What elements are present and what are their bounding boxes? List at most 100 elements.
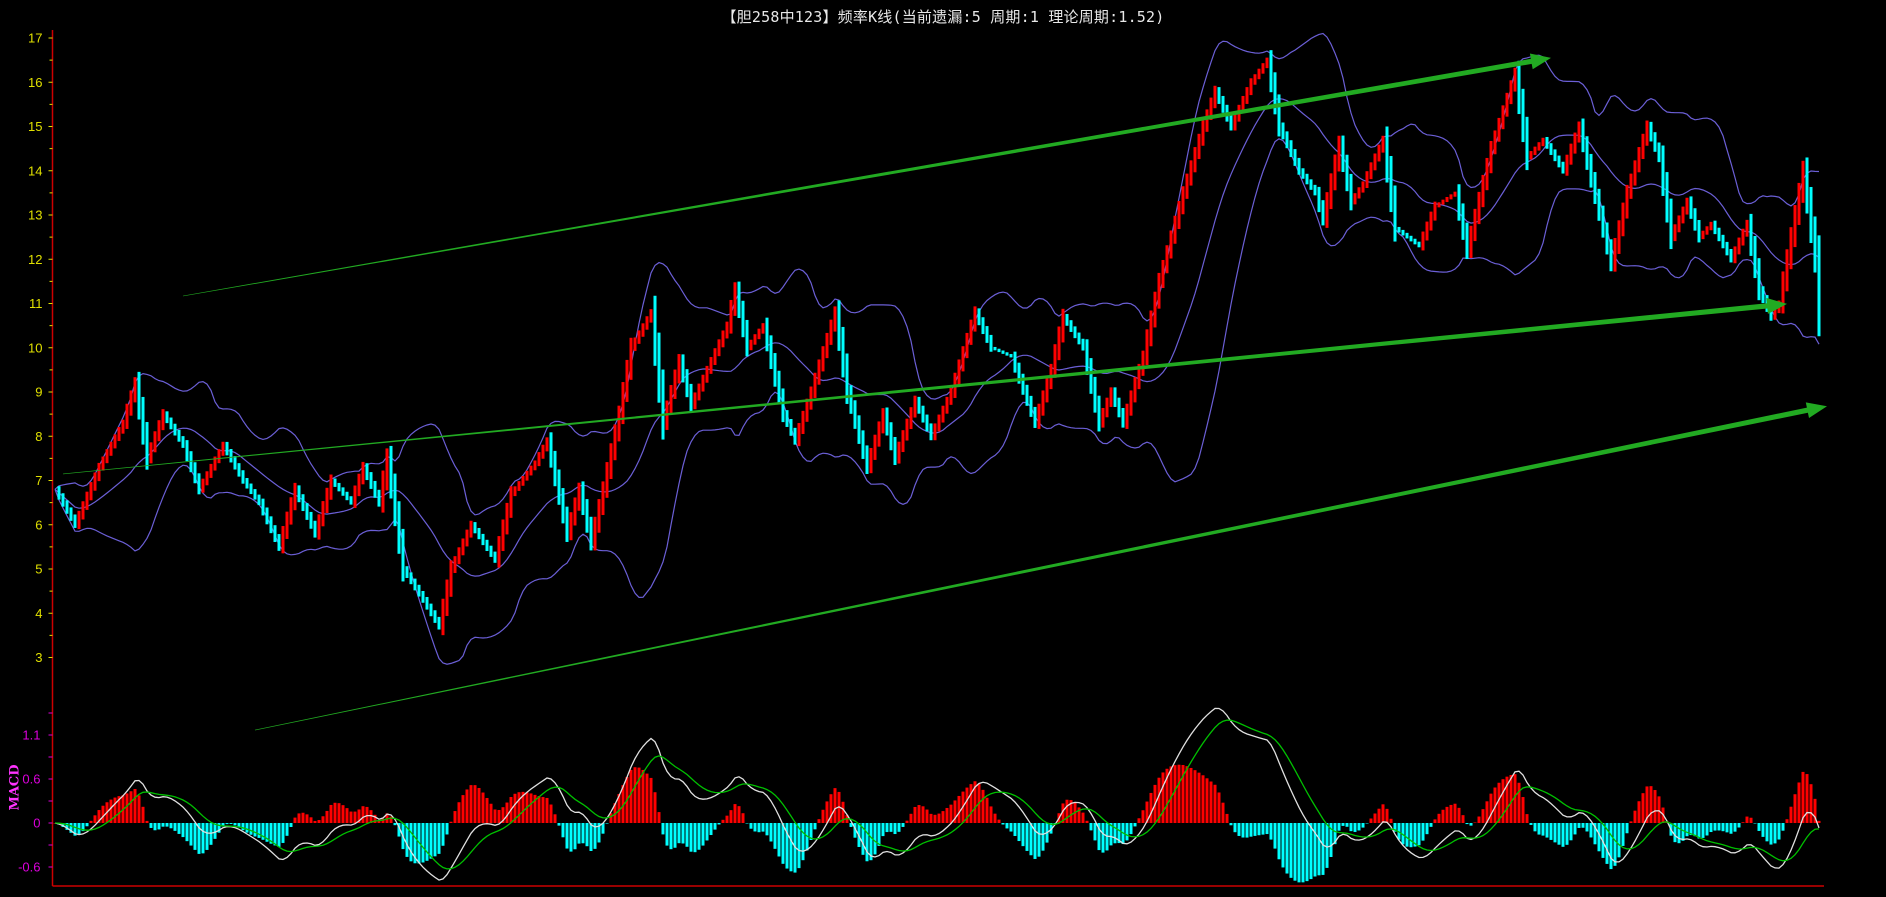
candle — [1213, 85, 1217, 109]
candle — [501, 519, 505, 552]
candle — [737, 281, 741, 319]
macd-histogram-bar — [581, 823, 585, 844]
candle — [141, 396, 145, 445]
candle — [569, 512, 573, 541]
macd-histogram-bar — [1093, 823, 1097, 841]
macd-panel — [53, 707, 1821, 883]
candle — [917, 396, 921, 414]
candle — [741, 300, 745, 338]
macd-histogram-bar — [1653, 790, 1657, 823]
candle — [193, 462, 197, 484]
candle — [829, 319, 833, 345]
candle — [1733, 246, 1737, 264]
candle — [1677, 215, 1681, 233]
candle — [209, 463, 213, 478]
macd-histogram-bar — [361, 806, 365, 823]
candle — [1073, 326, 1077, 339]
macd-histogram-bar — [489, 803, 493, 823]
macd-histogram-bar — [1277, 823, 1281, 860]
macd-histogram-bar — [1633, 810, 1637, 823]
candle — [505, 502, 509, 535]
candle — [1653, 132, 1657, 152]
macd-histogram-bar — [257, 823, 261, 838]
candle — [413, 578, 417, 591]
candle — [177, 429, 181, 442]
macd-histogram-bar — [1573, 823, 1577, 835]
candle — [85, 491, 89, 510]
candle — [897, 441, 901, 464]
candle — [1561, 161, 1565, 174]
macd-histogram-bar — [645, 773, 649, 823]
candle — [1109, 387, 1113, 407]
macd-histogram-bar — [1041, 823, 1045, 851]
macd-histogram-bar — [473, 785, 477, 823]
macd-histogram-bar — [1677, 823, 1681, 844]
candle — [965, 332, 969, 359]
price-tick-label: 9 — [35, 385, 42, 400]
candle — [461, 538, 465, 556]
candle — [245, 478, 249, 489]
macd-histogram-bar — [349, 811, 353, 823]
macd-histogram-bar — [929, 813, 933, 823]
candle — [693, 392, 697, 410]
candle — [589, 516, 593, 551]
candle — [1041, 390, 1045, 416]
macd-histogram-bar — [157, 823, 161, 830]
macd-histogram-bar — [177, 823, 181, 834]
macd-histogram-bar — [921, 806, 925, 823]
candle — [1165, 245, 1169, 274]
candle — [1365, 171, 1369, 189]
macd-histogram-bar — [433, 823, 437, 857]
candle — [985, 326, 989, 343]
macd-histogram-bar — [1685, 823, 1689, 837]
macd-histogram-bar — [937, 813, 941, 823]
candle — [1729, 248, 1733, 263]
candle — [1593, 172, 1597, 204]
candle — [1045, 377, 1049, 403]
price-tick-label: 4 — [35, 606, 42, 621]
candle — [713, 348, 717, 366]
candle — [1605, 222, 1609, 255]
candle — [1513, 67, 1517, 92]
macd-histogram-bar — [1405, 823, 1409, 847]
macd-histogram-bar — [281, 823, 285, 843]
candle — [1589, 153, 1593, 188]
candle — [181, 436, 185, 448]
candle — [757, 328, 761, 340]
candle — [1565, 154, 1569, 176]
candle — [777, 370, 781, 405]
macd-histogram-bar — [205, 823, 209, 850]
candle — [921, 405, 925, 423]
candle — [857, 415, 861, 444]
macd-histogram-bar — [1345, 823, 1349, 827]
macd-histogram-bar — [1533, 823, 1537, 832]
candle — [1557, 155, 1561, 168]
candle — [1001, 350, 1005, 354]
candle — [557, 469, 561, 505]
bollinger-bands — [54, 32, 1820, 665]
macd-histogram-bar — [1445, 806, 1449, 823]
macd-histogram-bar — [309, 817, 313, 823]
macd-histogram-bar — [1233, 823, 1237, 833]
candle — [1261, 63, 1265, 74]
candle — [1813, 216, 1817, 273]
macd-histogram-bar — [585, 823, 589, 847]
macd-histogram-bar — [333, 802, 337, 823]
candle — [1337, 135, 1341, 172]
candle — [101, 456, 105, 471]
candle — [253, 489, 257, 500]
macd-histogram-bar — [1465, 823, 1469, 825]
candle — [1817, 235, 1821, 337]
macd-histogram-bar — [673, 823, 677, 848]
price-tick-label: 16 — [28, 75, 42, 90]
macd-histogram-bar — [725, 815, 729, 823]
macd-histogram-bar — [1009, 823, 1013, 832]
macd-histogram-bar — [341, 805, 345, 823]
macd-histogram-bar — [545, 797, 549, 823]
candle — [653, 295, 657, 366]
lower-trend-arrow — [254, 402, 1827, 731]
candle — [1721, 234, 1725, 249]
candle — [473, 522, 477, 534]
candle — [261, 498, 265, 516]
macd-histogram-bar — [301, 812, 305, 823]
